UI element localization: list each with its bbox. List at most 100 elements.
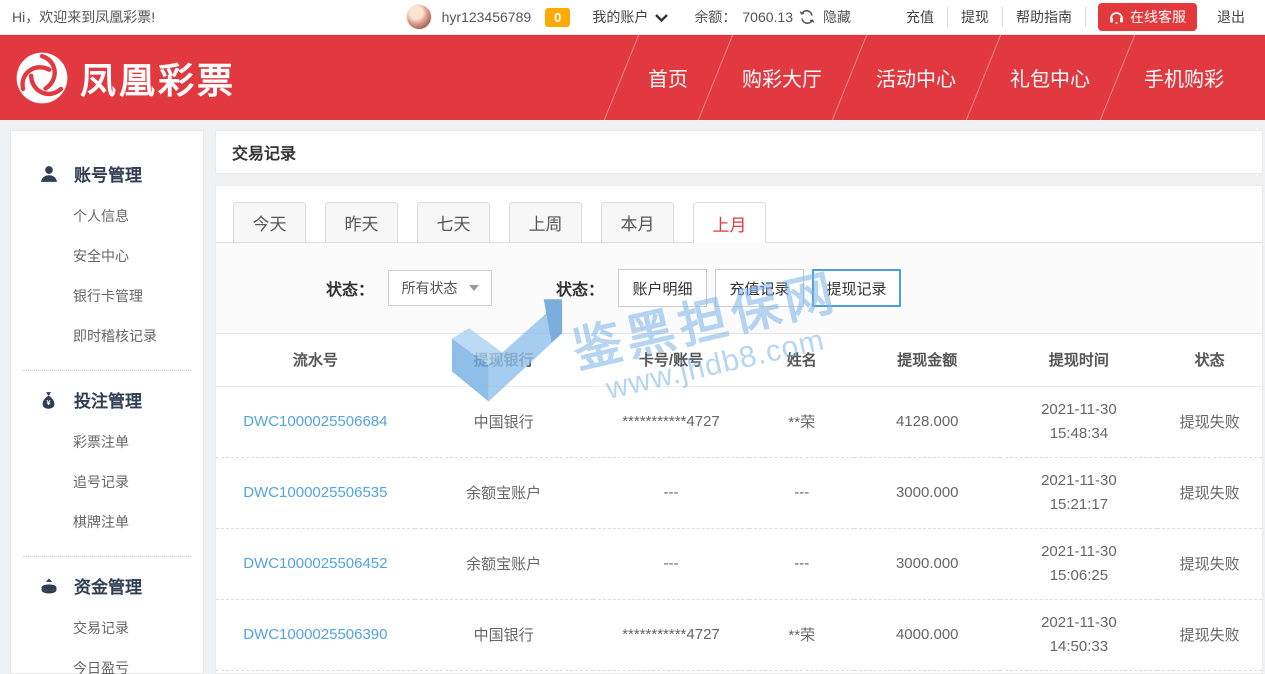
notification-badge[interactable]: 0 [545, 8, 570, 27]
sidebar-item-today-pnl[interactable]: 今日盈亏 [73, 648, 203, 674]
cell-time: 2021-11-30 15:21:17 [1033, 469, 1125, 516]
cell-status: 提现失败 [1157, 386, 1262, 457]
my-account-dropdown[interactable]: 我的账户 [592, 7, 668, 27]
sidebar-section-account[interactable]: 账号管理 [11, 161, 203, 186]
tab-this-month[interactable]: 本月 [601, 202, 674, 242]
status-select[interactable]: 所有状态 [388, 270, 492, 306]
account-detail-button[interactable]: 账户明细 [618, 269, 707, 307]
divider [23, 556, 191, 557]
cell-bank: 中国银行 [415, 599, 593, 670]
cell-name: **荣 [749, 599, 854, 670]
recharge-records-button[interactable]: 充值记录 [715, 269, 804, 307]
table-row: DWC1000025506452 余额宝账户 --- --- 3000.000 … [216, 528, 1262, 599]
hide-balance-link[interactable]: 隐藏 [823, 7, 851, 27]
headset-icon [1109, 10, 1124, 24]
cell-name: **荣 [749, 386, 854, 457]
cell-time: 2021-11-30 15:48:34 [1033, 398, 1125, 445]
serial-link[interactable]: DWC1000025506452 [243, 555, 387, 572]
balance-display: 余额： 7060.13 隐藏 [694, 7, 851, 27]
nav-activity-center[interactable]: 活动中心 [849, 35, 983, 120]
sidebar-section-betting[interactable]: ¥ 投注管理 [11, 387, 203, 412]
brand[interactable]: 凤凰彩票 [14, 50, 236, 106]
phoenix-logo-icon [14, 50, 70, 106]
serial-link[interactable]: DWC1000025506535 [243, 484, 387, 501]
logout-link[interactable]: 退出 [1209, 7, 1253, 27]
svg-text:¥: ¥ [47, 398, 51, 406]
nav-home[interactable]: 首页 [621, 35, 715, 120]
cell-time: 2021-11-30 15:06:25 [1033, 540, 1125, 587]
type-filter-label: 状态： [556, 276, 604, 300]
cell-card: --- [593, 528, 750, 599]
sidebar-section-title: 投注管理 [74, 387, 142, 412]
balance-value: 7060.13 [742, 9, 793, 25]
main-nav: 首页 购彩大厅 活动中心 礼包中心 手机购彩 [621, 35, 1251, 120]
col-serial: 流水号 [216, 334, 415, 386]
cell-bank: 余额宝账户 [415, 528, 593, 599]
cell-card: --- [593, 457, 750, 528]
sidebar-item-transactions[interactable]: 交易记录 [73, 608, 203, 648]
records-table: 流水号 提现银行 卡号/账号 姓名 提现金额 提现时间 状态 DWC100002… [216, 334, 1262, 671]
sidebar-section-title: 账号管理 [74, 161, 142, 186]
table-row: DWC1000025506535 余额宝账户 --- --- 3000.000 … [216, 457, 1262, 528]
cell-bank: 余额宝账户 [415, 457, 593, 528]
col-bank: 提现银行 [415, 334, 593, 386]
sidebar-item-board-orders[interactable]: 棋牌注单 [73, 502, 203, 542]
online-service-label: 在线客服 [1130, 7, 1186, 27]
moneybag-icon: ¥ [39, 390, 59, 410]
refresh-icon[interactable] [799, 9, 815, 25]
cell-status: 提现失败 [1157, 528, 1262, 599]
col-time: 提现时间 [1000, 334, 1157, 386]
tab-last-week[interactable]: 上周 [509, 202, 582, 242]
cell-amount: 3000.000 [854, 528, 1000, 599]
tab-today[interactable]: 今天 [233, 202, 306, 242]
sidebar-item-personal-info[interactable]: 个人信息 [73, 196, 203, 236]
sidebar-section-funds[interactable]: 资金管理 [11, 573, 203, 598]
nav-gift-center[interactable]: 礼包中心 [983, 35, 1117, 120]
topbar: Hi，欢迎来到凤凰彩票! hyr123456789 0 我的账户 余额：7060… [0, 0, 1265, 35]
chevron-down-icon [655, 9, 668, 25]
tab-seven-days[interactable]: 七天 [417, 202, 490, 242]
records-panel: 今天 昨天 七天 上周 本月 上月 状态： 所有状态 状态： 账户明细 充值记录… [215, 185, 1263, 674]
help-guide-link[interactable]: 帮助指南 [1003, 7, 1086, 27]
username[interactable]: hyr123456789 [442, 9, 532, 25]
my-account-label: 我的账户 [592, 7, 648, 27]
user-icon [39, 164, 59, 184]
table-row: DWC1000025506390 中国银行 ***********4727 **… [216, 599, 1262, 670]
sidebar-item-security-center[interactable]: 安全中心 [73, 236, 203, 276]
sidebar-section-title: 资金管理 [74, 573, 142, 598]
topbar-links: 充值 提现 帮助指南 [893, 7, 1086, 27]
cell-bank: 中国银行 [415, 386, 593, 457]
brand-name: 凤凰彩票 [80, 52, 236, 104]
online-service-button[interactable]: 在线客服 [1098, 3, 1197, 31]
nav-lottery-hall[interactable]: 购彩大厅 [715, 35, 849, 120]
col-card: 卡号/账号 [593, 334, 750, 386]
sidebar-item-audit-records[interactable]: 即时稽核记录 [73, 316, 203, 356]
sidebar-item-bank-cards[interactable]: 银行卡管理 [73, 276, 203, 316]
balance-label: 余额： [694, 7, 736, 27]
col-amount: 提现金额 [854, 334, 1000, 386]
sidebar-item-chase-records[interactable]: 追号记录 [73, 462, 203, 502]
dropdown-caret-icon [469, 285, 479, 291]
nav-mobile[interactable]: 手机购彩 [1117, 35, 1251, 120]
cell-amount: 4128.000 [854, 386, 1000, 457]
tab-last-month[interactable]: 上月 [693, 202, 766, 243]
cell-amount: 4000.000 [854, 599, 1000, 670]
serial-link[interactable]: DWC1000025506390 [243, 626, 387, 643]
withdraw-records-button[interactable]: 提现记录 [812, 269, 901, 307]
table-row: DWC1000025506684 中国银行 ***********4727 **… [216, 386, 1262, 457]
filter-row: 状态： 所有状态 状态： 账户明细 充值记录 提现记录 [216, 243, 1262, 334]
withdraw-link[interactable]: 提现 [948, 7, 1003, 27]
date-tabs: 今天 昨天 七天 上周 本月 上月 [216, 186, 1262, 243]
serial-link[interactable]: DWC1000025506684 [243, 413, 387, 430]
avatar[interactable] [406, 4, 432, 30]
funds-icon [39, 576, 59, 596]
page-title: 交易记录 [215, 130, 1263, 174]
status-filter-label: 状态： [326, 276, 374, 300]
cell-card: ***********4727 [593, 599, 750, 670]
col-name: 姓名 [749, 334, 854, 386]
cell-status: 提现失败 [1157, 457, 1262, 528]
site-header: 凤凰彩票 首页 购彩大厅 活动中心 礼包中心 手机购彩 [0, 35, 1265, 120]
recharge-link[interactable]: 充值 [893, 7, 948, 27]
sidebar-item-lottery-orders[interactable]: 彩票注单 [73, 422, 203, 462]
tab-yesterday[interactable]: 昨天 [325, 202, 398, 242]
